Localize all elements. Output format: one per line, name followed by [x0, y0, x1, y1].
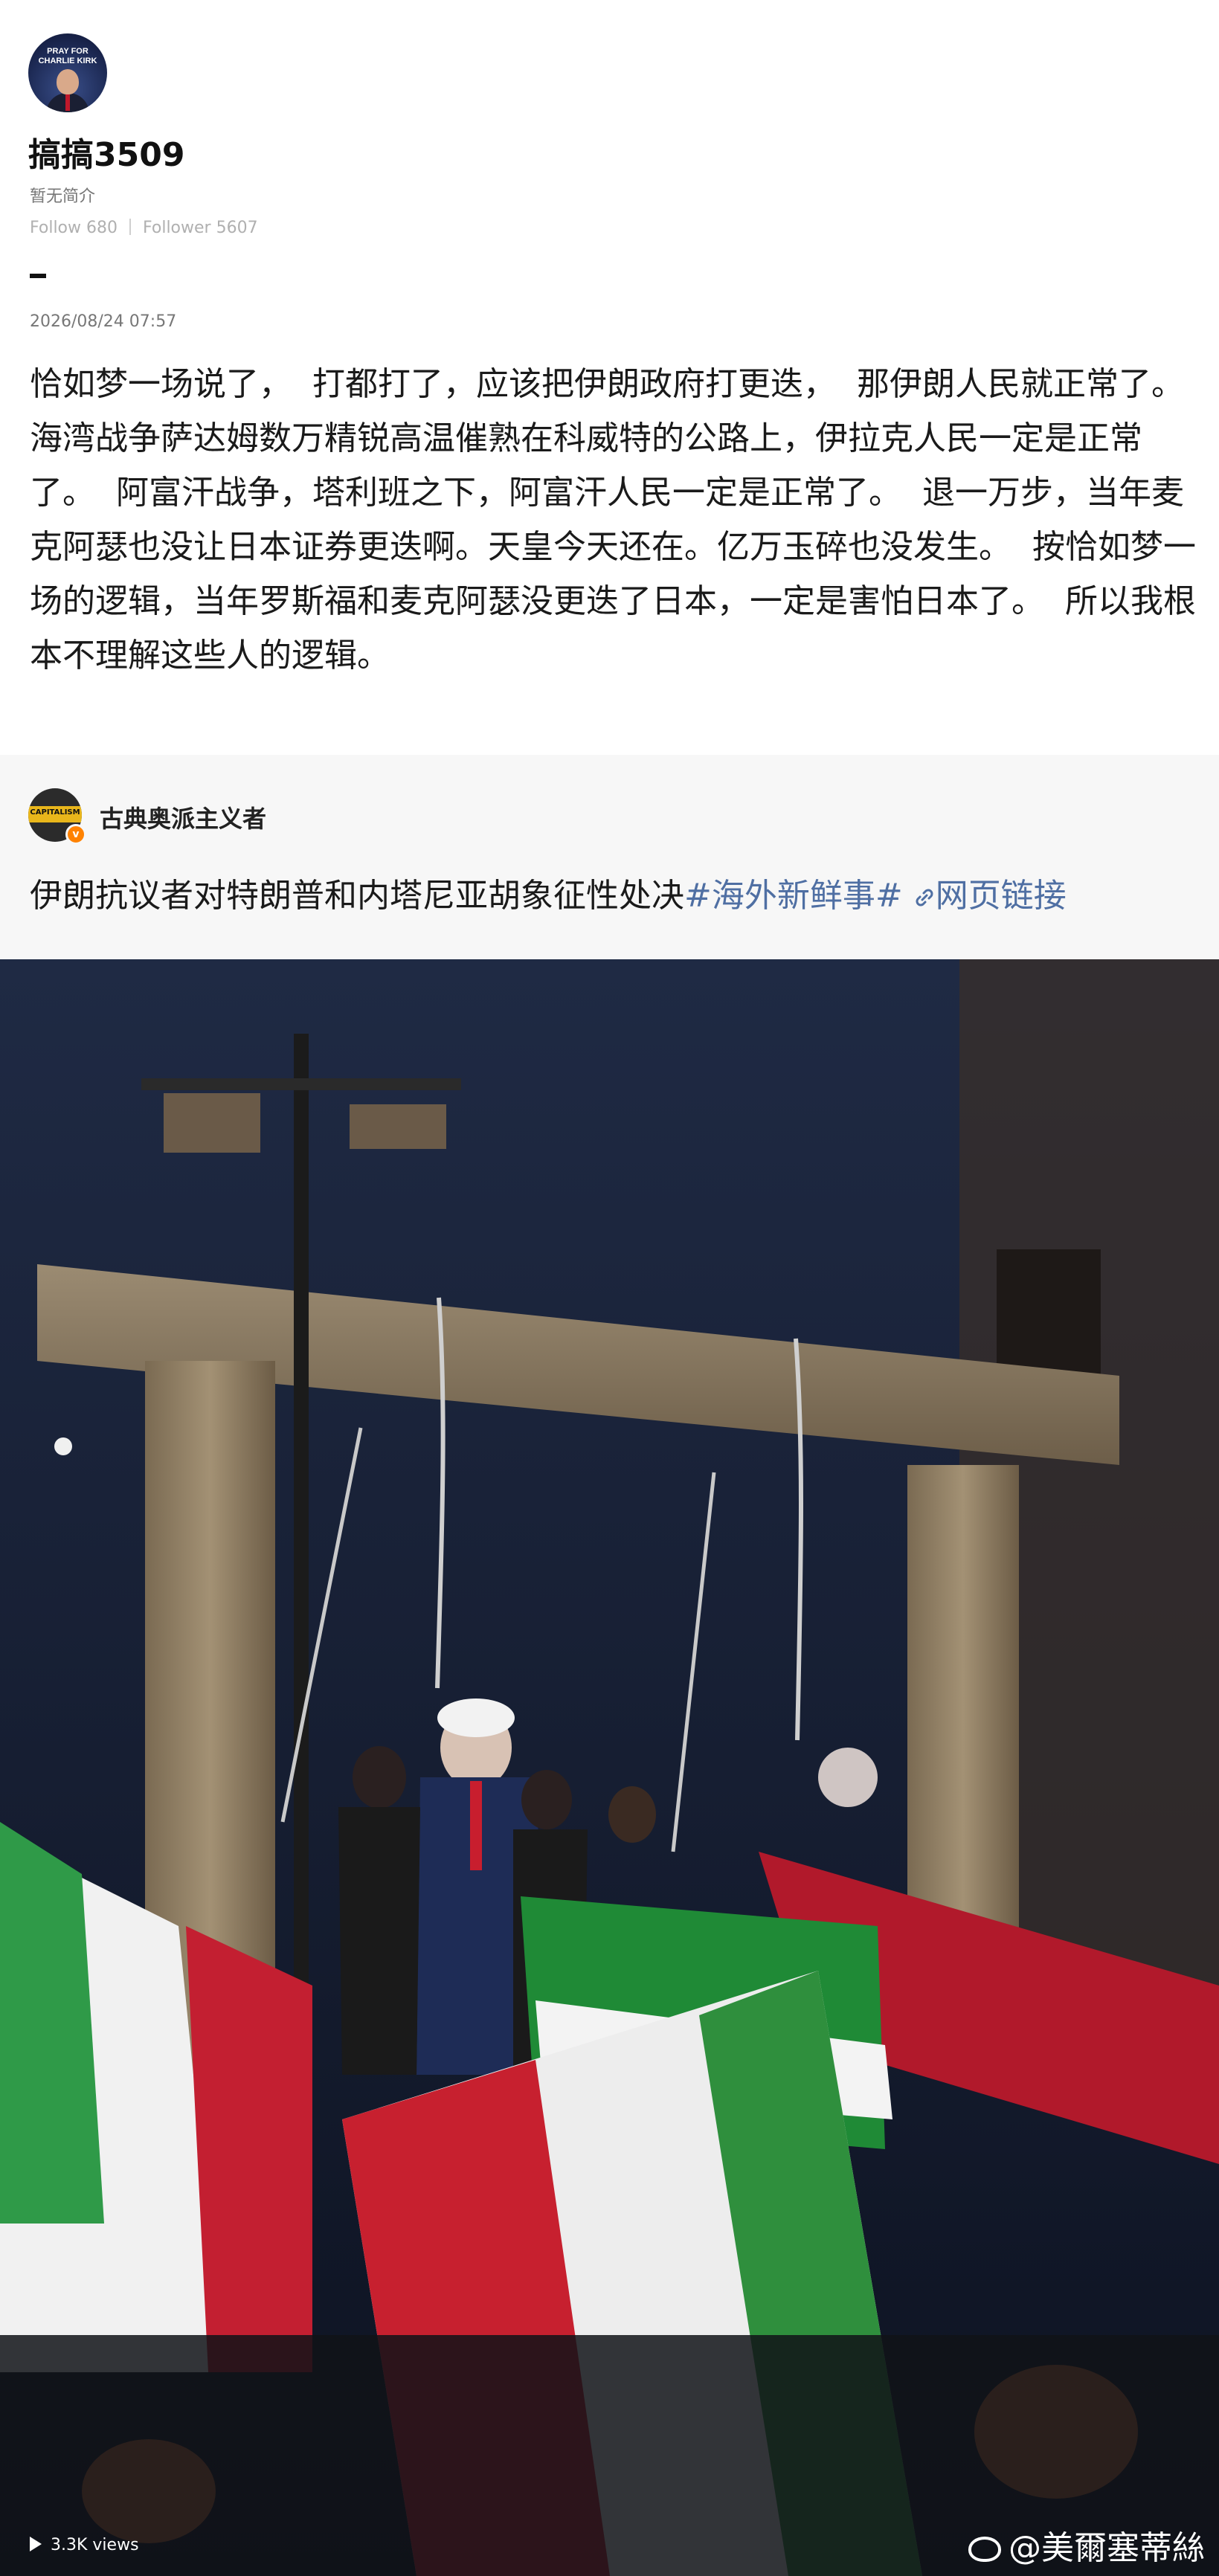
- bio: 暂无简介: [30, 187, 96, 206]
- post-photo[interactable]: [0, 959, 1219, 2576]
- repost-author-name[interactable]: 古典奥派主义者: [100, 800, 266, 834]
- avatar[interactable]: PRAY FOR CHARLIE KIRK: [28, 33, 107, 112]
- avatar-caption: PRAY FOR CHARLIE KIRK: [38, 47, 97, 65]
- play-icon: [30, 2537, 42, 2551]
- view-count-label: 3.3K views: [51, 2536, 139, 2554]
- follow-stats: Follow 680 Follower 5607: [30, 219, 258, 237]
- repost-body: 伊朗抗议者对特朗普和内塔尼亚胡象征性处决: [30, 877, 684, 915]
- avatar-tie: [65, 94, 70, 111]
- web-link[interactable]: 网页链接: [913, 877, 1067, 915]
- post-card: PRAY FOR CHARLIE KIRK 搞搞3509 暂无简介 Follow…: [0, 0, 1219, 755]
- post-text: 恰如梦一场说了， 打都打了，应该把伊朗政府打更迭， 那伊朗人民就正常了。 海湾战…: [30, 365, 1196, 674]
- hashtag-link[interactable]: #海外新鲜事#: [684, 877, 903, 915]
- repost-card[interactable]: [0, 755, 1219, 959]
- avatar-caption: CAPITALISM: [30, 808, 80, 817]
- stats-divider: [129, 219, 131, 235]
- dash-mark: [30, 274, 46, 278]
- repost-text: 伊朗抗议者对特朗普和内塔尼亚胡象征性处决#海外新鲜事# 网页链接: [30, 869, 1067, 916]
- watermark-text: @美爾塞蒂絲: [1009, 2529, 1205, 2567]
- follow-count[interactable]: Follow 680: [30, 219, 118, 237]
- weibo-logo-icon: [968, 2537, 1001, 2562]
- web-link-label: 网页链接: [935, 877, 1067, 915]
- post-date: 2026/08/24 07:57: [30, 312, 177, 331]
- view-count: 3.3K views: [30, 2536, 139, 2554]
- photo-scene: [0, 959, 1219, 2576]
- follower-count[interactable]: Follower 5607: [143, 219, 258, 237]
- link-icon: [916, 889, 933, 907]
- image-watermark: @美爾塞蒂絲: [968, 2521, 1205, 2569]
- verified-badge-icon: v: [65, 824, 86, 845]
- username[interactable]: 搞搞3509: [28, 128, 184, 176]
- avatar-face: [57, 69, 79, 94]
